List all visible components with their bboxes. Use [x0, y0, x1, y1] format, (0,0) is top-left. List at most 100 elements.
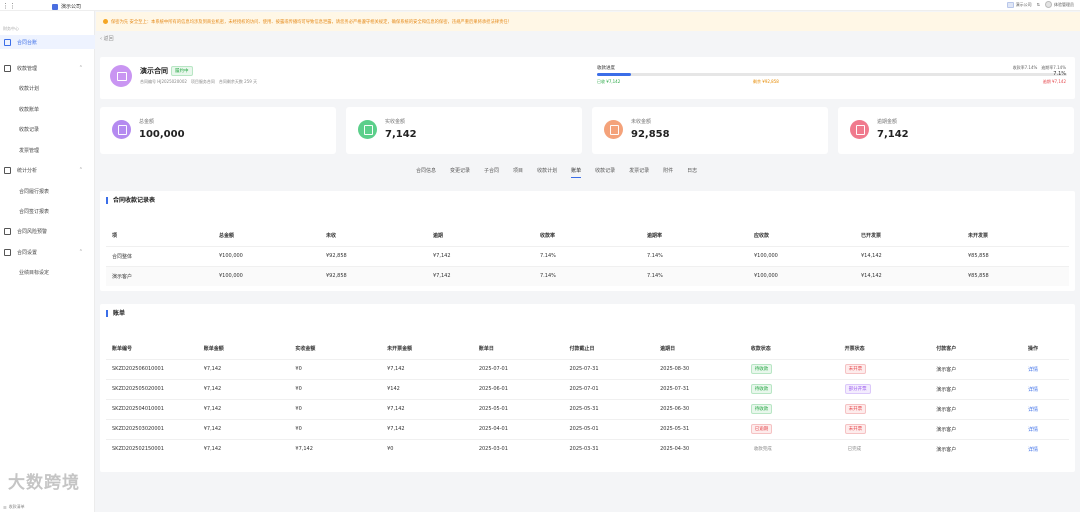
chevron-up-icon[interactable]: ⌃	[79, 249, 83, 255]
tab-item[interactable]: 账单	[571, 167, 582, 178]
sidebar-subitem[interactable]: 业绩目标设定	[19, 269, 49, 276]
company-switcher[interactable]: 演示公司	[1006, 1, 1032, 8]
sidebar-subitem-label: 收款记录	[19, 127, 40, 133]
detail-link[interactable]: 详情	[1021, 438, 1069, 459]
contract-icon	[110, 65, 132, 87]
table-cell: ¥85,858	[962, 265, 1069, 286]
table-cell: 演示客户	[930, 398, 1022, 419]
table-cell: ¥0	[381, 438, 473, 459]
table-cell: ¥100,000	[213, 265, 320, 286]
sidebar-subitem[interactable]: 收款记录	[19, 126, 39, 133]
table-cell: 2025-04-30	[654, 438, 745, 459]
tab-item[interactable]: 合同信息	[416, 167, 436, 178]
chevron-up-icon[interactable]: ⌃	[79, 65, 83, 71]
app-grid-icon[interactable]: ⋮⋮	[2, 3, 16, 10]
table-cell: ¥7,142	[427, 245, 534, 266]
menu-icon	[4, 38, 11, 46]
table-cell: ¥0	[289, 358, 382, 379]
table-cell: ¥14,142	[855, 245, 962, 266]
stat-value: 7,142	[877, 129, 909, 140]
column-header: 应收款	[748, 226, 855, 246]
sidebar-subitem[interactable]: 发票管理	[19, 147, 39, 154]
stat-label: 逾期金额	[877, 119, 898, 125]
detail-link[interactable]: 详情	[1021, 418, 1069, 439]
warning-icon	[103, 19, 108, 24]
user-menu[interactable]: 体验管理员	[1045, 1, 1074, 8]
detail-link[interactable]: 详情	[1021, 378, 1069, 399]
table-cell: ¥7,142	[427, 265, 534, 286]
table-cell: 7.14%	[641, 265, 748, 286]
table-cell: ¥0	[289, 418, 382, 439]
table-cell: ¥100,000	[748, 265, 855, 286]
table-cell: SKZD202504010001	[106, 398, 198, 419]
sidebar-subitem-label: 发票管理	[19, 148, 40, 154]
top-bar: ⋮⋮ 演示公司 演示公司 ⇅ 体验管理员	[0, 0, 1080, 11]
stat-icon	[604, 120, 623, 139]
table-row: SKZD202504010001 ¥7,142 ¥0 ¥7,142 2025-05-01…	[106, 398, 1069, 419]
sidebar-item[interactable]: 合同台账	[0, 35, 95, 49]
security-notice-text: 保密为先 安全至上：本系统中所有的信息均涉及到商业机密，未经授权的访问、使用、披…	[111, 19, 512, 25]
sidebar-item[interactable]: 合同风险预警	[0, 224, 95, 238]
stat-icon	[850, 120, 869, 139]
stat-label: 实收金额	[385, 119, 406, 125]
bills-title: 账单	[106, 310, 125, 317]
sidebar-item[interactable]: 合同设置 ⌃	[0, 245, 95, 259]
tab-item[interactable]: 日志	[687, 167, 697, 178]
switch-icon[interactable]: ⇅	[1037, 2, 1040, 7]
sidebar-item[interactable]: 收款管理 ⌃	[0, 61, 95, 75]
contract-header-card: 演示合同 履约中 合同编号 HJ2025020002 项目服务合同 合同剩余天数…	[100, 57, 1075, 99]
sidebar-subitem-label: 收款账单	[19, 107, 40, 113]
brand: 演示公司	[52, 3, 81, 10]
stat-card: 逾期金额 7,142	[838, 107, 1074, 154]
table-row: 合同整体 ¥100,000 ¥92,858 ¥7,142 7.14% 7.14% ¥100,…	[106, 245, 1069, 266]
column-header: 未开票金额	[381, 339, 473, 359]
table-cell: 7.14%	[641, 245, 748, 266]
progress-paid: 已收 ¥7,142	[597, 79, 621, 84]
table-cell: SKZD202503020001	[106, 418, 198, 439]
contract-meta: 合同编号 HJ2025020002 项目服务合同 合同剩余天数 259 天	[140, 79, 258, 84]
column-header: 实收金额	[289, 339, 382, 359]
sidebar-footer[interactable]: ☰ 收款清单	[3, 504, 25, 510]
table-cell: 2025-07-31	[654, 378, 745, 399]
tab-item[interactable]: 发票记录	[629, 167, 649, 178]
sidebar-subitem[interactable]: 合同履行报表	[19, 188, 49, 195]
avatar	[1045, 1, 1052, 8]
chevron-up-icon[interactable]: ⌃	[79, 167, 83, 173]
stat-card: 总金额 100,000	[100, 107, 336, 154]
table-cell: ¥100,000	[213, 245, 320, 266]
table-cell: 合同整体	[106, 245, 213, 266]
list-icon: ☰	[3, 504, 7, 510]
table-cell: ¥0	[289, 378, 382, 399]
stat-value: 7,142	[385, 129, 417, 140]
tab-item[interactable]: 项目	[513, 167, 523, 178]
sidebar-subitem[interactable]: 合同签订报表	[19, 208, 49, 215]
status-badge: 已逾期	[750, 424, 773, 434]
table-cell: 部分开票	[838, 378, 931, 399]
progress-bar	[597, 73, 1067, 76]
tab-item[interactable]: 变更记录	[450, 167, 470, 178]
column-header: 操作	[1021, 339, 1069, 359]
bills-table: 账单编号 账单金额 实收金额 未开票金额 账单日 付款截止日 逾期日 收款状态 开票状态 付款客户…	[106, 339, 1069, 459]
company-switcher-label: 演示公司	[1015, 1, 1032, 7]
tab-item[interactable]: 附件	[663, 167, 673, 178]
detail-link[interactable]: 详情	[1021, 358, 1069, 379]
sidebar-subitem[interactable]: 收款账单	[19, 106, 39, 113]
table-cell: 未开票	[838, 418, 931, 439]
table-cell: 未开票	[838, 398, 931, 419]
tab-item[interactable]: 收款记录	[595, 167, 615, 178]
table-cell: 未开票	[838, 358, 931, 379]
tab-item[interactable]: 收款计划	[537, 167, 557, 178]
sidebar-subitem[interactable]: 收款计划	[19, 85, 39, 92]
table-cell: 演示客户	[930, 378, 1022, 399]
table-cell: 2025-06-30	[654, 398, 745, 419]
detail-link[interactable]: 详情	[1021, 398, 1069, 419]
summary-title: 合同收款记录表	[106, 197, 155, 204]
table-cell: ¥7,142	[197, 358, 290, 379]
back-link[interactable]: ‹ 返回	[100, 35, 114, 42]
table-row: SKZD202503020001 ¥7,142 ¥0 ¥7,142 2025-04-01…	[106, 418, 1069, 439]
watermark-logo: 大数跨境	[8, 473, 80, 493]
company-name: 演示公司	[61, 4, 82, 10]
contract-status-badge: 履约中	[171, 66, 193, 76]
sidebar-item[interactable]: 统计分析 ⌃	[0, 163, 95, 177]
tab-item[interactable]: 子合同	[484, 167, 499, 178]
